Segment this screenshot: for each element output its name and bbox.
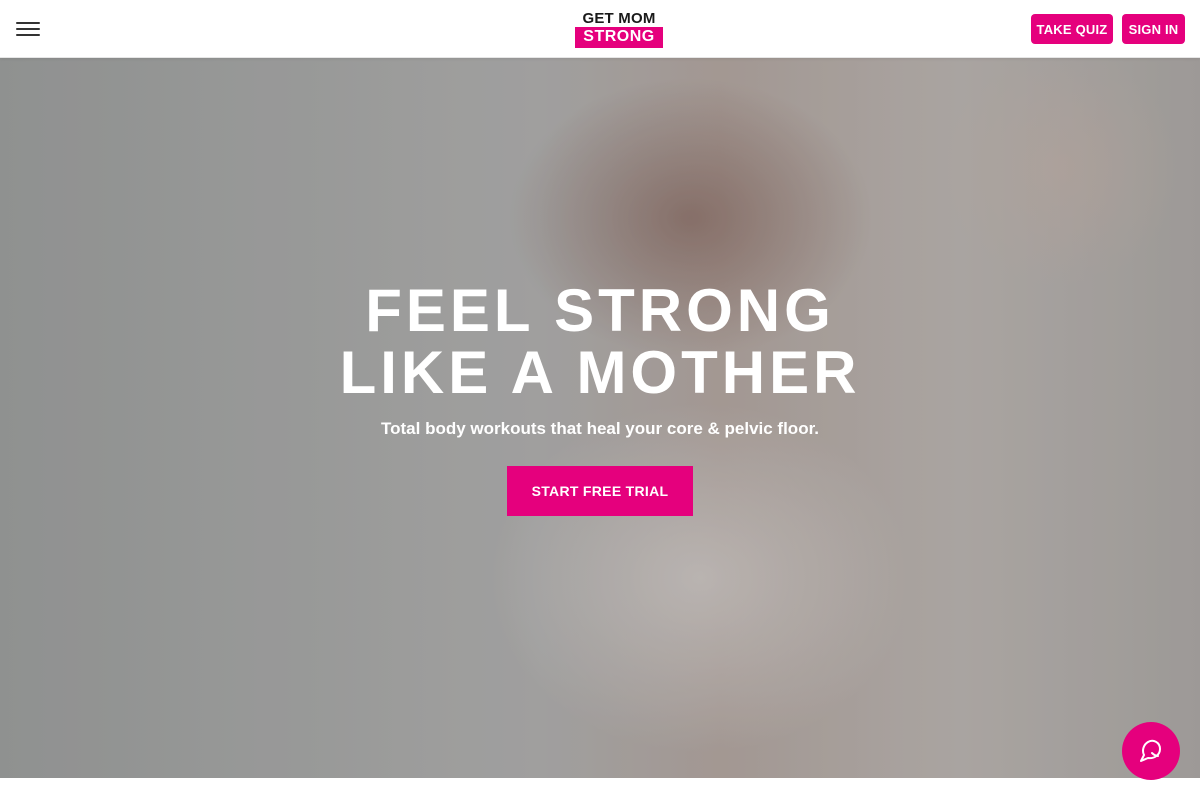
logo-line-2: STRONG: [575, 27, 663, 48]
hero-section: FEEL STRONG LIKE A MOTHER Total body wor…: [0, 58, 1200, 778]
logo[interactable]: GET MOM STRONG: [575, 11, 663, 49]
hero-title-line-2: LIKE A MOTHER: [339, 339, 861, 406]
chat-button[interactable]: [1122, 722, 1180, 780]
sign-in-button[interactable]: SIGN IN: [1122, 14, 1185, 44]
hero-title-line-1: FEEL STRONG: [365, 277, 835, 344]
hero-subtitle: Total body workouts that heal your core …: [381, 419, 819, 438]
site-header: GET MOM STRONG TAKE QUIZ SIGN IN: [0, 0, 1200, 58]
start-free-trial-button[interactable]: START FREE TRIAL: [507, 466, 693, 516]
hero-title: FEEL STRONG LIKE A MOTHER: [0, 280, 1200, 404]
logo-line-1: GET MOM: [582, 10, 656, 27]
chat-icon: [1140, 739, 1161, 762]
take-quiz-button[interactable]: TAKE QUIZ: [1031, 14, 1113, 44]
hero-background-image: [0, 58, 1200, 778]
hamburger-menu-icon[interactable]: [16, 19, 40, 39]
